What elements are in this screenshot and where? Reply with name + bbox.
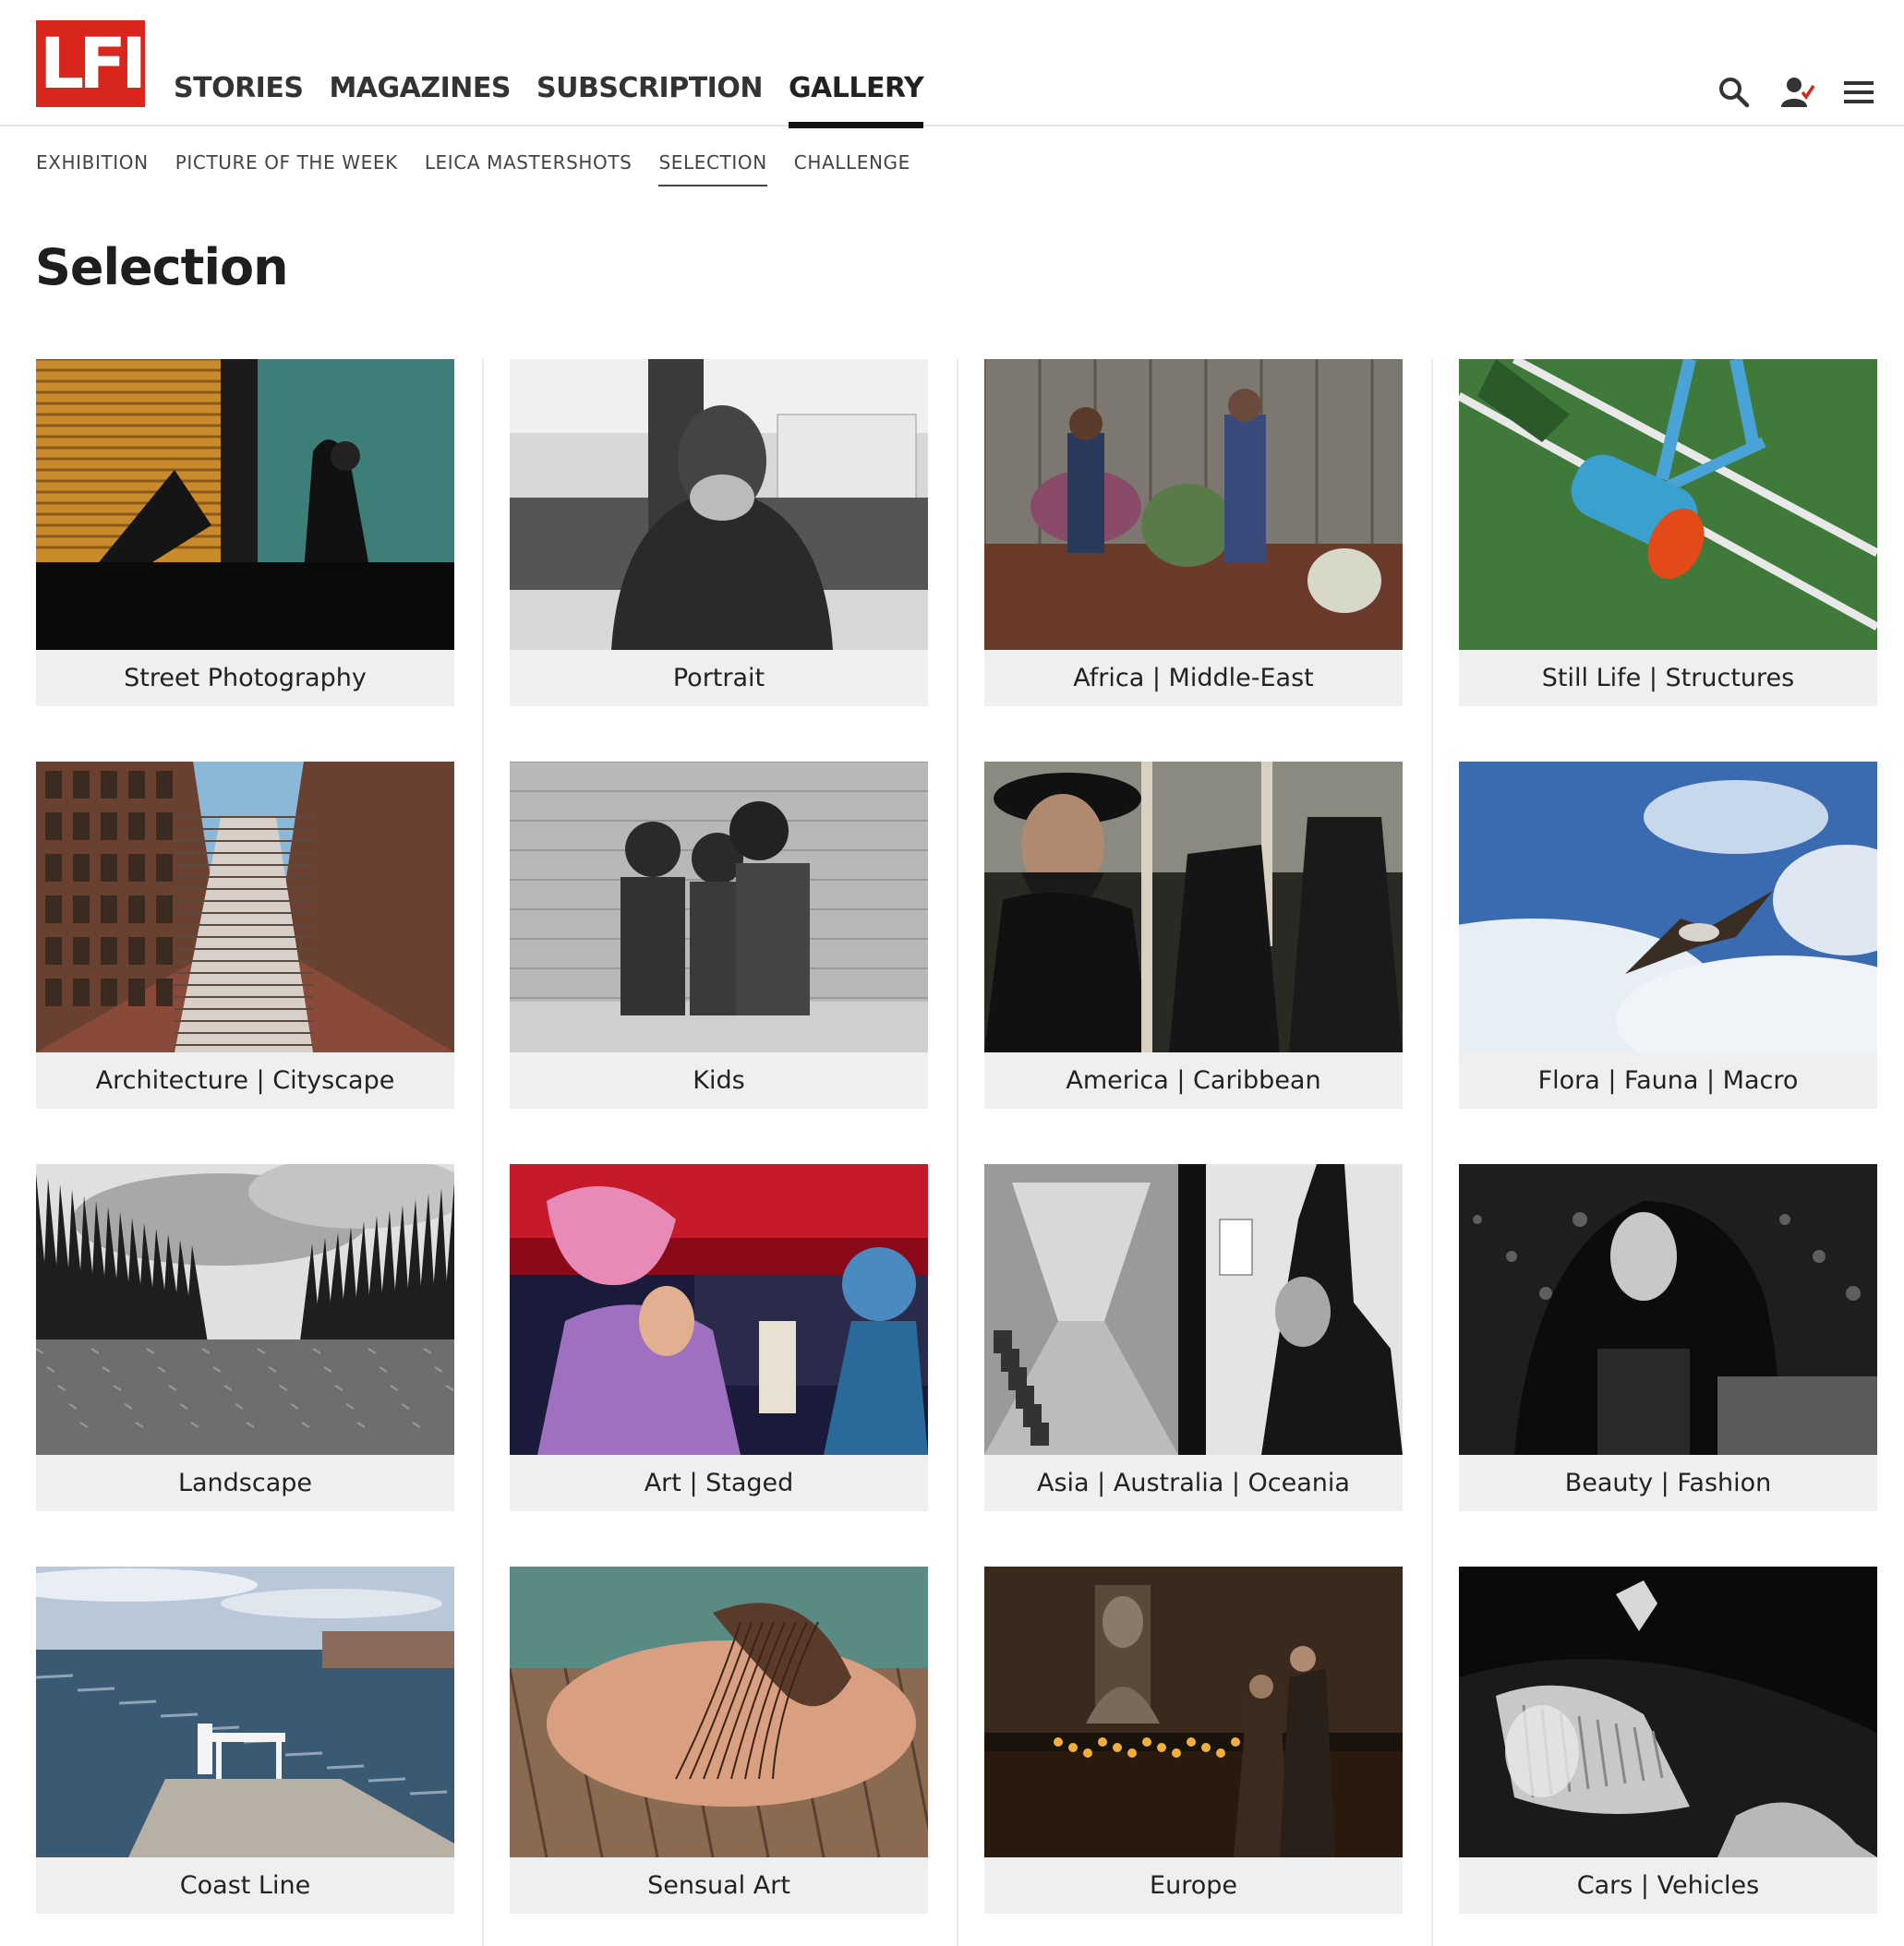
category-caption[interactable]: America | Caribbean — [984, 1052, 1403, 1109]
nav-gallery[interactable]: GALLERY — [788, 0, 924, 128]
category-photo[interactable] — [1459, 359, 1877, 650]
lfi-logo[interactable]: LFI — [36, 20, 147, 107]
category-card[interactable]: Kids — [510, 762, 928, 1109]
category-photo[interactable] — [36, 359, 454, 650]
category-photo[interactable] — [984, 1567, 1403, 1857]
category-card[interactable]: Street Photography — [36, 359, 454, 706]
category-caption[interactable]: Beauty | Fashion — [1459, 1455, 1877, 1511]
main-nav: STORIES MAGAZINES SUBSCRIPTION GALLERY — [174, 0, 949, 128]
subnav-leica-mastershots[interactable]: LEICA MASTERSHOTS — [425, 151, 633, 186]
column-divider — [957, 359, 958, 1946]
category-caption[interactable]: Asia | Australia | Oceania — [984, 1455, 1403, 1511]
column-divider — [1431, 359, 1433, 1946]
user-icon[interactable] — [1778, 74, 1815, 111]
sub-nav: EXHIBITION PICTURE OF THE WEEK LEICA MAS… — [36, 151, 937, 186]
category-photo[interactable] — [510, 1164, 928, 1455]
category-card[interactable]: Beauty | Fashion — [1459, 1164, 1877, 1511]
category-card[interactable]: Architecture | Cityscape — [36, 762, 454, 1109]
category-caption[interactable]: Flora | Fauna | Macro — [1459, 1052, 1877, 1109]
subnav-challenge[interactable]: CHALLENGE — [794, 151, 910, 186]
category-photo[interactable] — [36, 762, 454, 1052]
nav-subscription[interactable]: SUBSCRIPTION — [536, 0, 763, 126]
category-photo[interactable] — [510, 762, 928, 1052]
page-title: Selection — [35, 238, 289, 296]
category-caption[interactable]: Europe — [984, 1857, 1403, 1914]
menu-icon[interactable] — [1841, 74, 1878, 111]
site-header: LFI STORIES MAGAZINES SUBSCRIPTION GALLE… — [0, 0, 1904, 128]
category-caption[interactable]: Sensual Art — [510, 1857, 928, 1914]
category-card[interactable]: Landscape — [36, 1164, 454, 1511]
category-caption[interactable]: Africa | Middle-East — [984, 650, 1403, 706]
category-caption[interactable]: Cars | Vehicles — [1459, 1857, 1877, 1914]
category-photo[interactable] — [510, 359, 928, 650]
header-tools — [1716, 74, 1878, 111]
category-caption[interactable]: Still Life | Structures — [1459, 650, 1877, 706]
category-card[interactable]: Flora | Fauna | Macro — [1459, 762, 1877, 1109]
category-caption[interactable]: Street Photography — [36, 650, 454, 706]
category-card[interactable]: Europe — [984, 1567, 1403, 1914]
nav-magazines[interactable]: MAGAZINES — [329, 0, 511, 126]
category-card[interactable]: America | Caribbean — [984, 762, 1403, 1109]
category-caption[interactable]: Portrait — [510, 650, 928, 706]
category-photo[interactable] — [1459, 1567, 1877, 1857]
category-photo[interactable] — [984, 1164, 1403, 1455]
category-card[interactable]: Coast Line — [36, 1567, 454, 1914]
subnav-selection[interactable]: SELECTION — [658, 151, 768, 186]
category-card[interactable]: Portrait — [510, 359, 928, 706]
category-card[interactable]: Cars | Vehicles — [1459, 1567, 1877, 1914]
search-icon[interactable] — [1716, 74, 1753, 111]
nav-stories[interactable]: STORIES — [174, 0, 304, 126]
category-grid: Street Photography Portrait Africa | Middl… — [36, 359, 1878, 1946]
category-photo[interactable] — [1459, 762, 1877, 1052]
category-caption[interactable]: Landscape — [36, 1455, 454, 1511]
category-photo[interactable] — [984, 359, 1403, 650]
category-card[interactable]: Africa | Middle-East — [984, 359, 1403, 706]
subnav-picture-of-the-week[interactable]: PICTURE OF THE WEEK — [175, 151, 398, 186]
category-caption[interactable]: Coast Line — [36, 1857, 454, 1914]
category-photo[interactable] — [36, 1164, 454, 1455]
category-card[interactable]: Sensual Art — [510, 1567, 928, 1914]
category-card[interactable]: Art | Staged — [510, 1164, 928, 1511]
subnav-exhibition[interactable]: EXHIBITION — [36, 151, 149, 186]
category-photo[interactable] — [510, 1567, 928, 1857]
category-photo[interactable] — [984, 762, 1403, 1052]
column-divider — [482, 359, 484, 1946]
category-caption[interactable]: Architecture | Cityscape — [36, 1052, 454, 1109]
category-card[interactable]: Asia | Australia | Oceania — [984, 1164, 1403, 1511]
category-caption[interactable]: Art | Staged — [510, 1455, 928, 1511]
category-photo[interactable] — [36, 1567, 454, 1857]
category-caption[interactable]: Kids — [510, 1052, 928, 1109]
category-photo[interactable] — [1459, 1164, 1877, 1455]
category-card[interactable]: Still Life | Structures — [1459, 359, 1877, 706]
